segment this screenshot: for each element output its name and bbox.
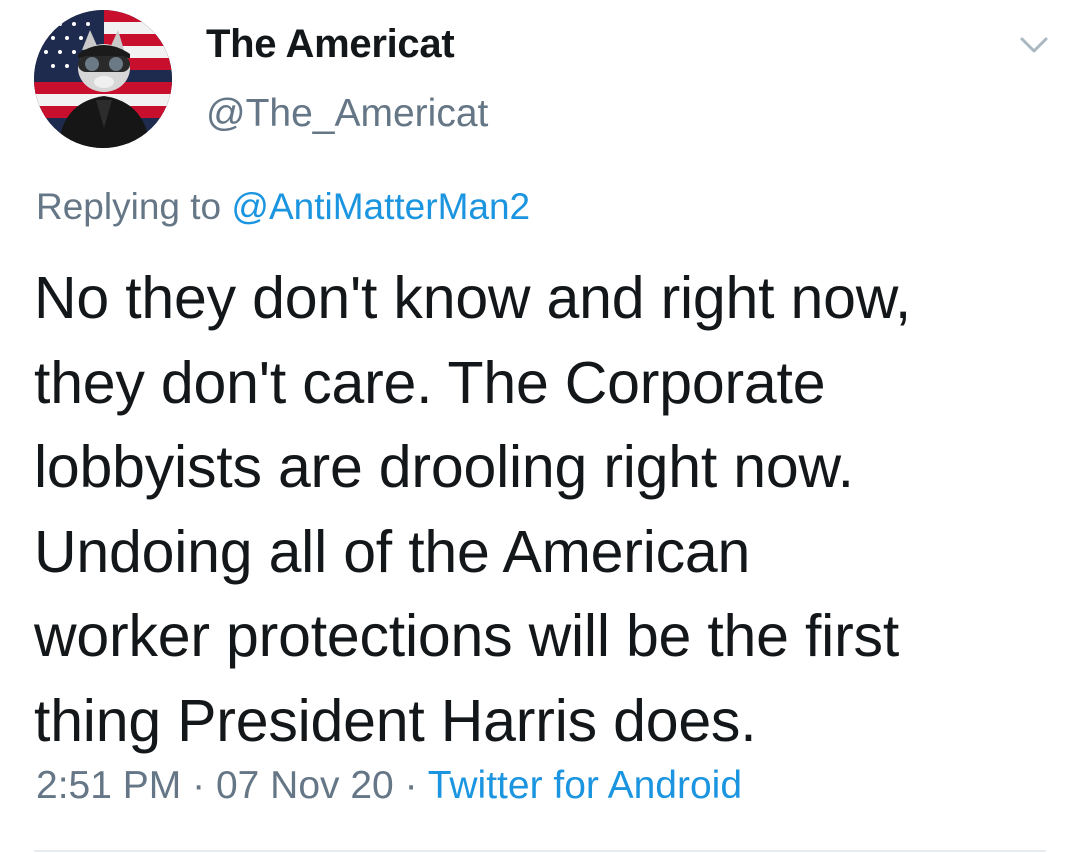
- author-display-name[interactable]: The Americat: [206, 22, 455, 67]
- avatar[interactable]: [34, 10, 172, 148]
- meta-separator: ·: [192, 764, 206, 807]
- tweet-text: No they don't know and right now, they d…: [34, 265, 912, 754]
- tweet-date[interactable]: 07 Nov 20: [216, 764, 394, 807]
- tweet-time[interactable]: 2:51 PM: [36, 764, 181, 807]
- tweet-meta: 2:51 PM · 07 Nov 20 · Twitter for Androi…: [36, 764, 742, 808]
- divider: [34, 850, 1046, 852]
- avatar-image: [34, 10, 172, 148]
- reply-prefix: Replying to: [36, 186, 222, 227]
- reply-context: Replying to @AntiMatterMan2: [36, 186, 530, 228]
- tweet-source-link[interactable]: Twitter for Android: [428, 764, 742, 807]
- chevron-down-icon[interactable]: [1014, 28, 1054, 62]
- reply-mention-link[interactable]: @AntiMatterMan2: [231, 186, 530, 227]
- meta-separator: ·: [404, 764, 418, 807]
- author-handle[interactable]: @The_Americat: [206, 92, 488, 136]
